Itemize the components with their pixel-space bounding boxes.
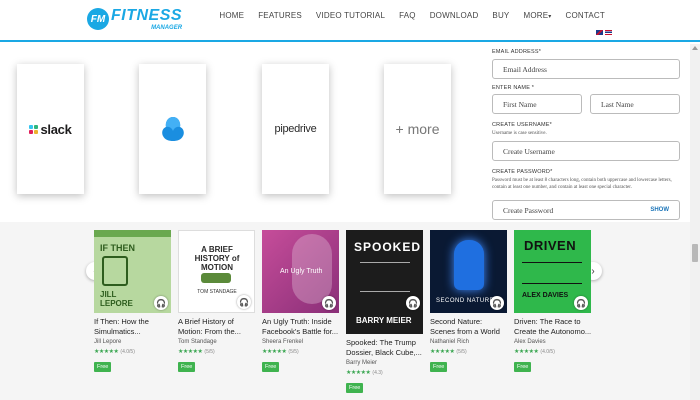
nav-video-tutorial[interactable]: VIDEO TUTORIAL: [309, 11, 392, 20]
book-cover[interactable]: An Ugly Truth 🎧: [262, 230, 339, 313]
headphones-icon: 🎧: [237, 295, 251, 309]
nav-download[interactable]: DOWNLOAD: [423, 11, 486, 20]
email-field[interactable]: Email Address: [492, 59, 680, 79]
book-title[interactable]: Second Nature: Scenes from a World Remad…: [430, 317, 508, 337]
show-password-button[interactable]: SHOW: [650, 201, 669, 219]
rating-value: (4.3): [372, 369, 383, 376]
more-integrations-card[interactable]: + more: [384, 64, 451, 194]
username-label: CREATE USERNAME*: [492, 122, 552, 128]
audiobook-carousel: ‹ › IF THEN JILL LEPORE 🎧 If Then: How t…: [0, 222, 690, 400]
book-cover[interactable]: A BRIEF HISTORY of MOTION TOM STANDAGE 🎧: [178, 230, 255, 313]
rating-value: (5/5): [204, 348, 215, 355]
star-rating: ★★★★★: [514, 349, 539, 355]
book-title[interactable]: An Ugly Truth: Inside Facebook's Battle …: [262, 317, 340, 337]
headphones-icon: 🎧: [322, 296, 336, 310]
logo-sub: MANAGER: [151, 24, 183, 31]
book-card[interactable]: SPOOKED BARRY MEIER 🎧 Spooked: The Trump…: [346, 230, 424, 394]
pipedrive-wordmark: pipedrive: [274, 123, 317, 135]
first-name-field[interactable]: First Name: [492, 94, 582, 114]
book-title[interactable]: Spooked: The Trump Dossier, Black Cube,.…: [346, 338, 424, 358]
password-label: CREATE PASSWORD*: [492, 169, 553, 175]
star-rating: ★★★★★: [346, 370, 371, 376]
slack-wordmark: slack: [40, 121, 72, 137]
book-cover[interactable]: SECOND NATURE 🎧: [430, 230, 507, 313]
email-label: EMAIL ADDRESS*: [492, 49, 542, 55]
th-flag-icon[interactable]: [605, 30, 612, 35]
nav-home[interactable]: HOME: [212, 11, 251, 20]
more-label: + more: [395, 121, 440, 137]
book-card[interactable]: An Ugly Truth 🎧 An Ugly Truth: Inside Fa…: [262, 230, 340, 373]
free-badge: Free: [346, 383, 364, 393]
uk-flag-icon[interactable]: [596, 30, 603, 35]
headphones-icon: 🎧: [406, 296, 420, 310]
book-cover[interactable]: SPOOKED BARRY MEIER 🎧: [346, 230, 423, 334]
book-author: Barry Meier: [346, 360, 378, 366]
nav-buy[interactable]: BUY: [485, 11, 516, 20]
main-nav: HOME FEATURES VIDEO TUTORIAL FAQ DOWNLOA…: [212, 11, 612, 20]
slack-card[interactable]: slack: [17, 64, 84, 194]
onedrive-card[interactable]: [139, 64, 206, 194]
nav-more[interactable]: MORE▾: [516, 11, 558, 20]
headphones-icon: 🎧: [490, 296, 504, 310]
nav-contact[interactable]: CONTACT: [559, 11, 612, 20]
star-rating: ★★★★★: [430, 349, 455, 355]
onedrive-icon: [161, 117, 184, 141]
book-author: Jill Lepore: [94, 339, 122, 345]
logo-name: FITNESS: [111, 6, 183, 24]
free-badge: Free: [430, 362, 448, 372]
book-author: Sheera Frenkel: [262, 339, 304, 345]
book-cover[interactable]: DRIVEN ALEX DAVIES 🎧: [514, 230, 591, 313]
username-note: Username is case sensitive.: [492, 131, 547, 136]
nav-faq[interactable]: FAQ: [392, 11, 423, 20]
rating-value: (5/5): [456, 348, 467, 355]
free-badge: Free: [178, 362, 196, 372]
rating-value: (4.0/5): [540, 348, 555, 355]
book-card[interactable]: IF THEN JILL LEPORE 🎧 If Then: How the S…: [94, 230, 172, 373]
book-cover[interactable]: IF THEN JILL LEPORE 🎧: [94, 230, 171, 313]
language-switcher: [596, 30, 612, 35]
book-card[interactable]: DRIVEN ALEX DAVIES 🎧 Driven: The Race to…: [514, 230, 592, 373]
integrations-section: slack pipedrive + more: [0, 44, 480, 222]
rating-value: (5/5): [288, 348, 299, 355]
book-author: Alex Davies: [514, 339, 546, 345]
password-placeholder: Create Password: [503, 205, 554, 215]
book-card[interactable]: SECOND NATURE 🎧 Second Nature: Scenes fr…: [430, 230, 508, 373]
free-badge: Free: [262, 362, 280, 372]
scroll-thumb[interactable]: [692, 244, 698, 262]
slack-logo: slack: [29, 121, 72, 137]
free-badge: Free: [514, 362, 532, 372]
headphones-icon: 🎧: [154, 296, 168, 310]
password-field[interactable]: Create Password SHOW: [492, 200, 680, 220]
rating-value: (4.0/5): [120, 348, 135, 355]
star-rating: ★★★★★: [178, 349, 203, 355]
book-title[interactable]: Driven: The Race to Create the Autonomo.…: [514, 317, 592, 337]
nav-more-label: MORE: [523, 11, 549, 20]
name-label: ENTER NAME *: [492, 85, 535, 91]
username-field[interactable]: Create Username: [492, 141, 680, 161]
star-rating: ★★★★★: [262, 349, 287, 355]
page-scrollbar[interactable]: [690, 44, 700, 400]
book-author: Tom Standage: [178, 339, 217, 345]
book-author: Nathaniel Rich: [430, 339, 470, 345]
brand-logo[interactable]: FM FITNESS MANAGER: [87, 6, 182, 32]
last-name-field[interactable]: Last Name: [590, 94, 680, 114]
pipedrive-card[interactable]: pipedrive: [262, 64, 329, 194]
nav-features[interactable]: FEATURES: [251, 11, 309, 20]
scroll-up-icon[interactable]: [692, 46, 698, 50]
free-badge: Free: [94, 362, 112, 372]
logo-badge: FM: [87, 8, 109, 30]
book-title[interactable]: If Then: How the Simulmatics...: [94, 317, 172, 337]
slack-icon: [29, 124, 39, 134]
signup-form: EMAIL ADDRESS* Email Address ENTER NAME …: [480, 44, 693, 222]
caret-down-icon: ▾: [548, 14, 552, 20]
book-card[interactable]: A BRIEF HISTORY of MOTION TOM STANDAGE 🎧…: [178, 230, 256, 373]
book-title[interactable]: A Brief History of Motion: From the...: [178, 317, 256, 337]
headphones-icon: 🎧: [574, 296, 588, 310]
site-header: FM FITNESS MANAGER HOME FEATURES VIDEO T…: [0, 0, 700, 42]
password-note: Password must be at least 8 characters l…: [492, 178, 672, 190]
star-rating: ★★★★★: [94, 349, 119, 355]
